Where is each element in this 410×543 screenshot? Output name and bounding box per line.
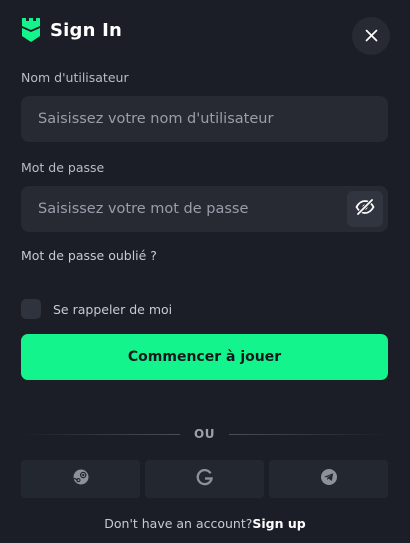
remember-me-label: Se rappeler de moi bbox=[53, 301, 173, 317]
steam-icon bbox=[72, 468, 90, 490]
or-divider: OU bbox=[21, 426, 389, 442]
signup-prompt: Don't have an account?Sign up bbox=[0, 516, 410, 531]
forgot-password-link[interactable]: Mot de passe oublié ? bbox=[21, 248, 157, 263]
close-icon bbox=[365, 27, 378, 46]
username-label: Nom d'utilisateur bbox=[21, 70, 129, 85]
toggle-password-visibility-button[interactable] bbox=[347, 191, 383, 227]
google-icon bbox=[196, 468, 214, 490]
username-input[interactable] bbox=[21, 96, 388, 142]
signup-prompt-text: Don't have an account? bbox=[104, 516, 253, 531]
password-label: Mot de passe bbox=[21, 160, 105, 175]
divider-line-left bbox=[21, 433, 181, 435]
username-field-container bbox=[21, 96, 388, 142]
password-input[interactable] bbox=[21, 186, 388, 232]
dialog-title: Sign In bbox=[50, 19, 123, 41]
remember-me-checkbox[interactable] bbox=[21, 299, 41, 319]
divider-text: OU bbox=[194, 427, 215, 441]
dialog-header: Sign In bbox=[20, 15, 122, 45]
divider-line-right bbox=[228, 433, 389, 435]
password-field-container bbox=[21, 186, 388, 232]
google-login-button[interactable] bbox=[145, 460, 264, 498]
shield-logo-icon bbox=[20, 16, 42, 44]
start-playing-button[interactable]: Commencer à jouer bbox=[21, 334, 388, 380]
close-button[interactable] bbox=[352, 17, 390, 55]
signup-link[interactable]: Sign up bbox=[252, 516, 305, 531]
telegram-icon bbox=[320, 468, 338, 490]
telegram-login-button[interactable] bbox=[269, 460, 388, 498]
steam-login-button[interactable] bbox=[21, 460, 140, 498]
remember-me-toggle[interactable]: Se rappeler de moi bbox=[21, 299, 172, 319]
eye-off-icon bbox=[355, 198, 375, 219]
